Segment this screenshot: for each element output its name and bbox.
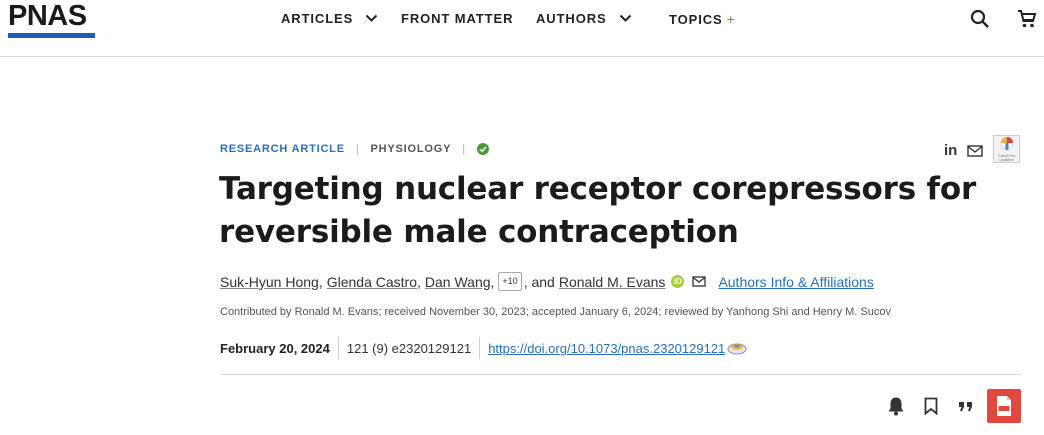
title-line-2: reversible male contraception: [219, 214, 739, 250]
cart-icon[interactable]: [1016, 8, 1038, 30]
publication-date: February 20, 2024: [220, 340, 330, 356]
article-title: Targeting nuclear receptor corepressors …: [219, 168, 1019, 254]
citation: 121 (9) e2320129121: [346, 340, 472, 356]
nav-topics-label: TOPICS: [669, 11, 723, 27]
quote-icon[interactable]: [955, 395, 977, 417]
crossmark-icon: [1000, 136, 1013, 150]
author-separator: , and: [523, 273, 555, 290]
nav-front-matter[interactable]: FRONT MATTER: [401, 11, 513, 26]
nav-topics[interactable]: TOPICS +: [669, 11, 736, 27]
author-list: Suk-Hyun Hong , Glenda Castro , Dan Wang…: [220, 272, 874, 291]
divider: [479, 337, 481, 359]
author-link[interactable]: Suk-Hyun Hong: [220, 274, 319, 290]
nav-authors-label: AUTHORS: [536, 11, 607, 26]
chevron-down-icon: [619, 14, 632, 23]
site-header: PNAS ARTICLES FRONT MATTER AUTHORS TOPIC…: [0, 0, 1044, 57]
author-separator: ,: [490, 273, 495, 290]
mail-icon[interactable]: [967, 144, 983, 162]
divider: [337, 337, 339, 359]
pdf-icon: [997, 396, 1011, 416]
chevron-down-icon: [365, 14, 378, 23]
publication-info: February 20, 2024 121 (9) e2320129121 ht…: [220, 337, 747, 359]
check-circle-icon: [476, 143, 489, 155]
crossmark-label: Check for updates: [997, 153, 1016, 162]
title-line-1: Targeting nuclear receptor corepressors …: [219, 171, 977, 207]
author-link[interactable]: Glenda Castro: [327, 274, 417, 290]
pdf-button[interactable]: [987, 389, 1021, 423]
author-link[interactable]: Dan Wang: [425, 274, 491, 290]
nav-authors[interactable]: AUTHORS: [536, 11, 632, 26]
contribution-line: Contributed by Ronald M. Evans; received…: [220, 306, 891, 318]
nav-front-matter-label: FRONT MATTER: [401, 11, 514, 26]
article-meta: RESEARCH ARTICLE | PHYSIOLOGY |: [220, 143, 489, 155]
plus-icon: +: [726, 11, 736, 27]
nav-articles-label: ARTICLES: [281, 11, 354, 26]
bookmark-icon[interactable]: [920, 395, 942, 417]
pnas-logo[interactable]: PNAS: [8, 2, 96, 38]
affiliations-link[interactable]: Authors Info & Affiliations: [718, 274, 873, 290]
author-link[interactable]: Ronald M. Evans: [559, 274, 666, 290]
doi-link[interactable]: https://doi.org/10.1073/pnas.2320129121: [488, 341, 725, 356]
bell-icon[interactable]: [885, 395, 907, 417]
crossmark-button[interactable]: Check for updates: [993, 135, 1020, 163]
divider: [220, 374, 1021, 375]
article-type[interactable]: RESEARCH ARTICLE: [220, 143, 345, 155]
altmetric-icon[interactable]: [727, 341, 747, 355]
article-subject[interactable]: PHYSIOLOGY: [371, 143, 452, 155]
meta-divider: |: [355, 143, 360, 155]
author-separator: ,: [417, 273, 421, 290]
author-separator: ,: [318, 273, 323, 290]
logo-text: PNAS: [8, 0, 87, 32]
linkedin-icon[interactable]: in: [944, 142, 957, 159]
meta-divider: |: [462, 143, 466, 155]
mail-icon[interactable]: [692, 276, 707, 287]
nav-articles[interactable]: ARTICLES: [281, 11, 378, 26]
search-icon[interactable]: [969, 8, 991, 30]
more-authors-button[interactable]: +10: [498, 272, 522, 291]
logo-underline: [8, 33, 95, 38]
orcid-icon[interactable]: iD: [671, 275, 685, 288]
